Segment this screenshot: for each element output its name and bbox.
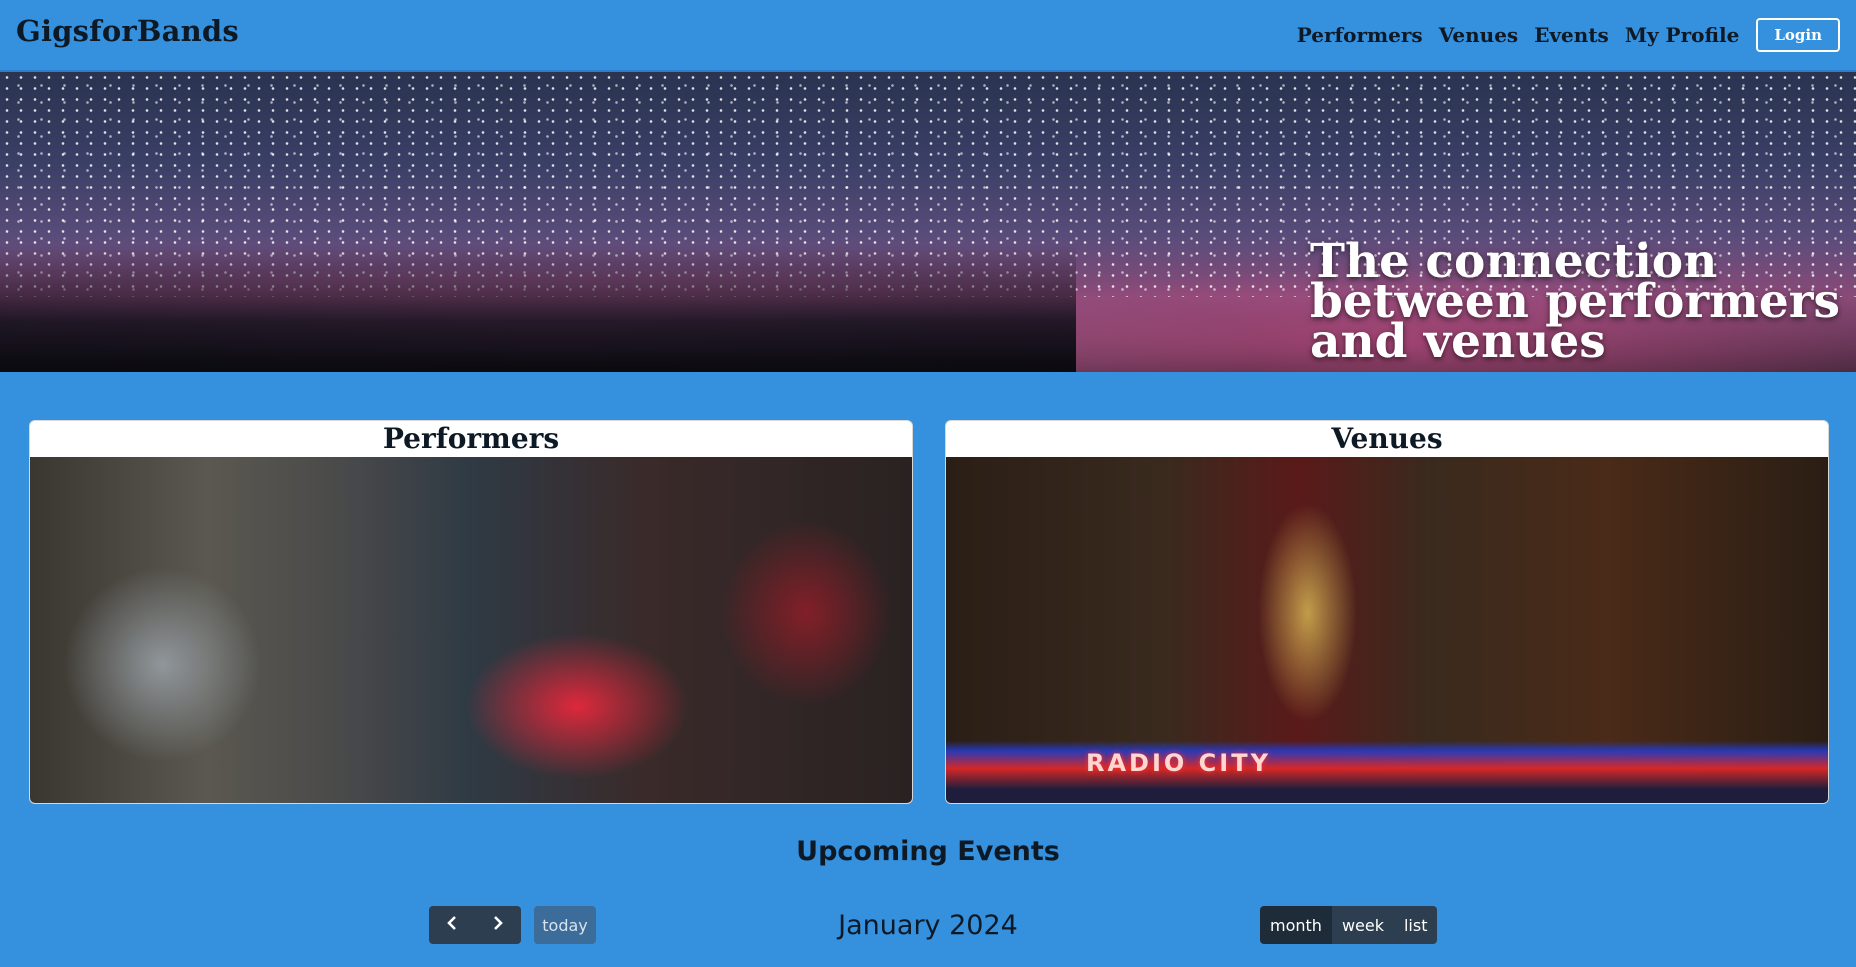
upcoming-events-title: Upcoming Events [796, 836, 1060, 867]
performers-card-image[interactable] [30, 457, 912, 803]
view-list-button[interactable]: list [1393, 906, 1438, 944]
view-month-button[interactable]: month [1260, 906, 1332, 944]
nav-link-my-profile[interactable]: My Profile [1625, 23, 1740, 47]
venues-card-image[interactable]: RADIO CITY [946, 457, 1828, 803]
hero-tagline: The connection between performers and ve… [1310, 234, 1840, 369]
hero-banner: The connection between performers and ve… [0, 72, 1856, 372]
performers-card-title: Performers [382, 422, 560, 455]
view-week-button[interactable]: week [1331, 906, 1394, 944]
performers-card[interactable]: Performers [29, 420, 913, 804]
nav-link-performers[interactable]: Performers [1297, 23, 1423, 47]
brand-logo[interactable]: GigsforBands [16, 14, 239, 48]
venue-sign-text: RADIO CITY [1086, 749, 1271, 777]
nav-link-events[interactable]: Events [1534, 23, 1609, 47]
calendar-view-group: month week list [1260, 906, 1438, 944]
navbar: GigsforBands Performers Venues Events My… [0, 0, 1856, 72]
nav-link-venues[interactable]: Venues [1439, 23, 1518, 47]
nav-links: Performers Venues Events My Profile Logi… [1281, 18, 1840, 52]
hero-stage-image [0, 246, 1077, 372]
calendar-month-title: January 2024 [838, 910, 1018, 941]
login-button[interactable]: Login [1756, 18, 1840, 52]
venues-card[interactable]: Venues RADIO CITY [945, 420, 1829, 804]
venues-card-title: Venues [1331, 422, 1443, 455]
